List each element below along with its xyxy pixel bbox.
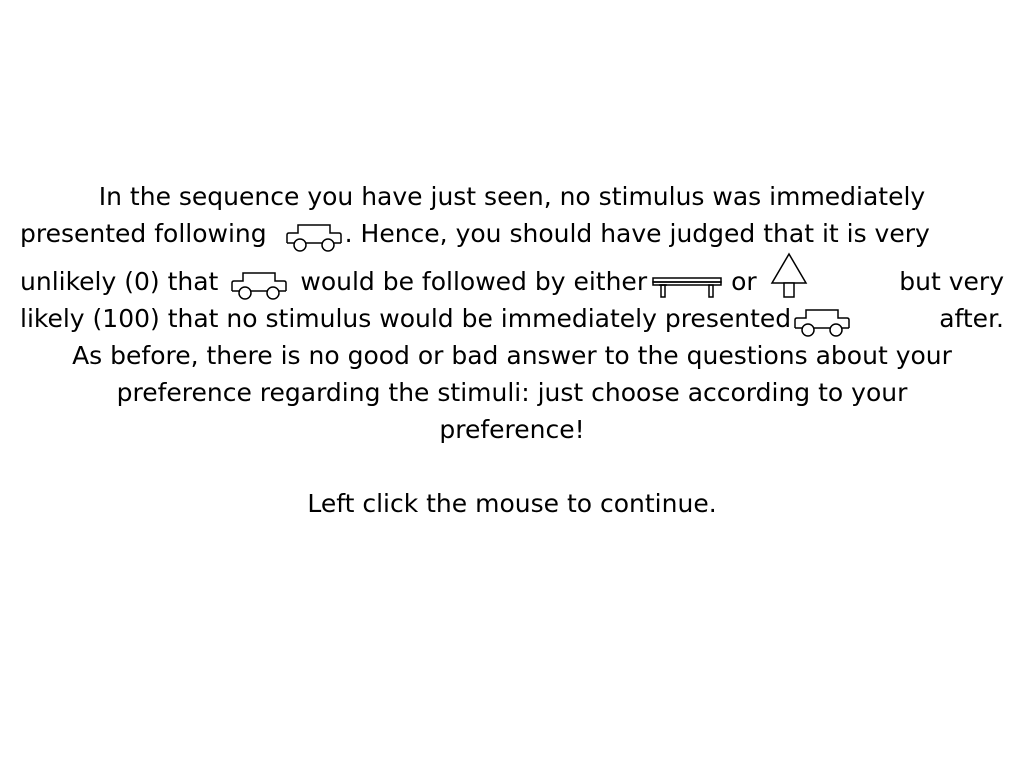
instruction-text-segment: but very (899, 267, 1004, 296)
instruction-line-5: As before, there is no good or bad answe… (72, 341, 952, 370)
car-icon (283, 222, 345, 252)
instruction-line-3: unlikely (0) that would be followed by e… (20, 252, 1004, 300)
instruction-line-1: In the sequence you have just seen, no s… (98, 182, 926, 211)
instruction-text-segment: presented following (20, 219, 267, 248)
instruction-text-segment: after. (939, 304, 1004, 333)
car-icon (228, 270, 290, 300)
instruction-text: In the sequence you have just seen, no s… (20, 178, 1004, 522)
continue-prompt: Left click the mouse to continue. (307, 489, 717, 518)
instruction-line-2: presented following . Hence, you should … (20, 215, 1004, 252)
instruction-text-segment: . Hence, you should have judged that it … (344, 219, 930, 248)
instruction-screen[interactable]: In the sequence you have just seen, no s… (0, 0, 1024, 768)
tree-icon (769, 252, 809, 300)
instruction-text-segment: or (731, 267, 757, 296)
instruction-text-segment: would be followed by either (300, 267, 648, 296)
instruction-line-6: preference regarding the stimuli: just c… (116, 378, 908, 407)
car-icon (791, 307, 853, 337)
instruction-text-segment: unlikely (0) that (20, 267, 219, 296)
instruction-text-segment: likely (100) that no stimulus would be i… (20, 304, 792, 333)
instruction-line-7: preference! (439, 415, 585, 444)
bench-icon (651, 274, 723, 300)
instruction-line-4: likely (100) that no stimulus would be i… (20, 300, 1004, 337)
